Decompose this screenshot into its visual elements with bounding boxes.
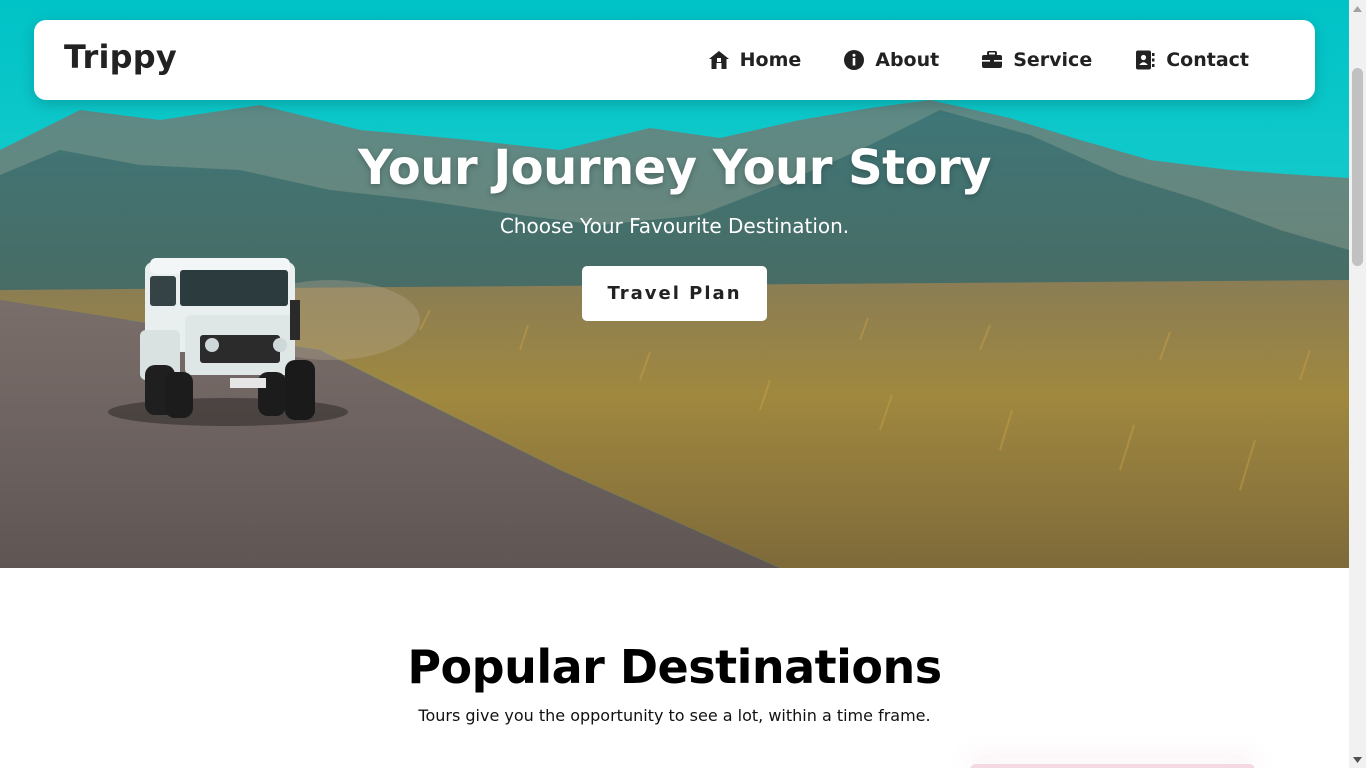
scrollbar-thumb[interactable]: [1352, 68, 1363, 266]
nav-item-about[interactable]: About: [843, 49, 939, 71]
nav-item-about-label: About: [875, 49, 940, 71]
hero-subtitle: Choose Your Favourite Destination.: [499, 214, 850, 238]
popular-destinations-section: Popular Destinations Tours give you the …: [0, 568, 1349, 768]
contact-book-icon: [1134, 49, 1156, 71]
nav-item-home-label: Home: [739, 49, 802, 71]
page-scrollbar[interactable]: [1349, 0, 1366, 768]
destination-card-peek[interactable]: [970, 764, 1255, 768]
briefcase-icon: [981, 49, 1003, 71]
section-title: Popular Destinations: [407, 640, 942, 694]
nav-item-service[interactable]: Service: [981, 49, 1092, 71]
nav-item-home[interactable]: Home: [708, 49, 802, 71]
section-subtitle: Tours give you the opportunity to see a …: [418, 706, 931, 725]
home-icon: [708, 49, 730, 71]
scroll-up-arrow-icon[interactable]: [1353, 4, 1362, 13]
nav-item-contact-label: Contact: [1166, 49, 1249, 71]
hero-content: Your Journey Your Story Choose Your Favo…: [0, 140, 1349, 238]
info-icon: [843, 49, 865, 71]
navbar: Trippy Home About Service Contact: [34, 20, 1315, 100]
nav-item-service-label: Service: [1013, 49, 1093, 71]
scroll-down-arrow-icon[interactable]: [1353, 755, 1362, 764]
site-logo[interactable]: Trippy: [64, 38, 177, 76]
nav-item-contact[interactable]: Contact: [1134, 49, 1249, 71]
hero-title: Your Journey Your Story: [357, 140, 992, 196]
travel-plan-button[interactable]: Travel Plan: [582, 266, 767, 321]
nav-menu: Home About Service Contact: [708, 20, 1249, 100]
